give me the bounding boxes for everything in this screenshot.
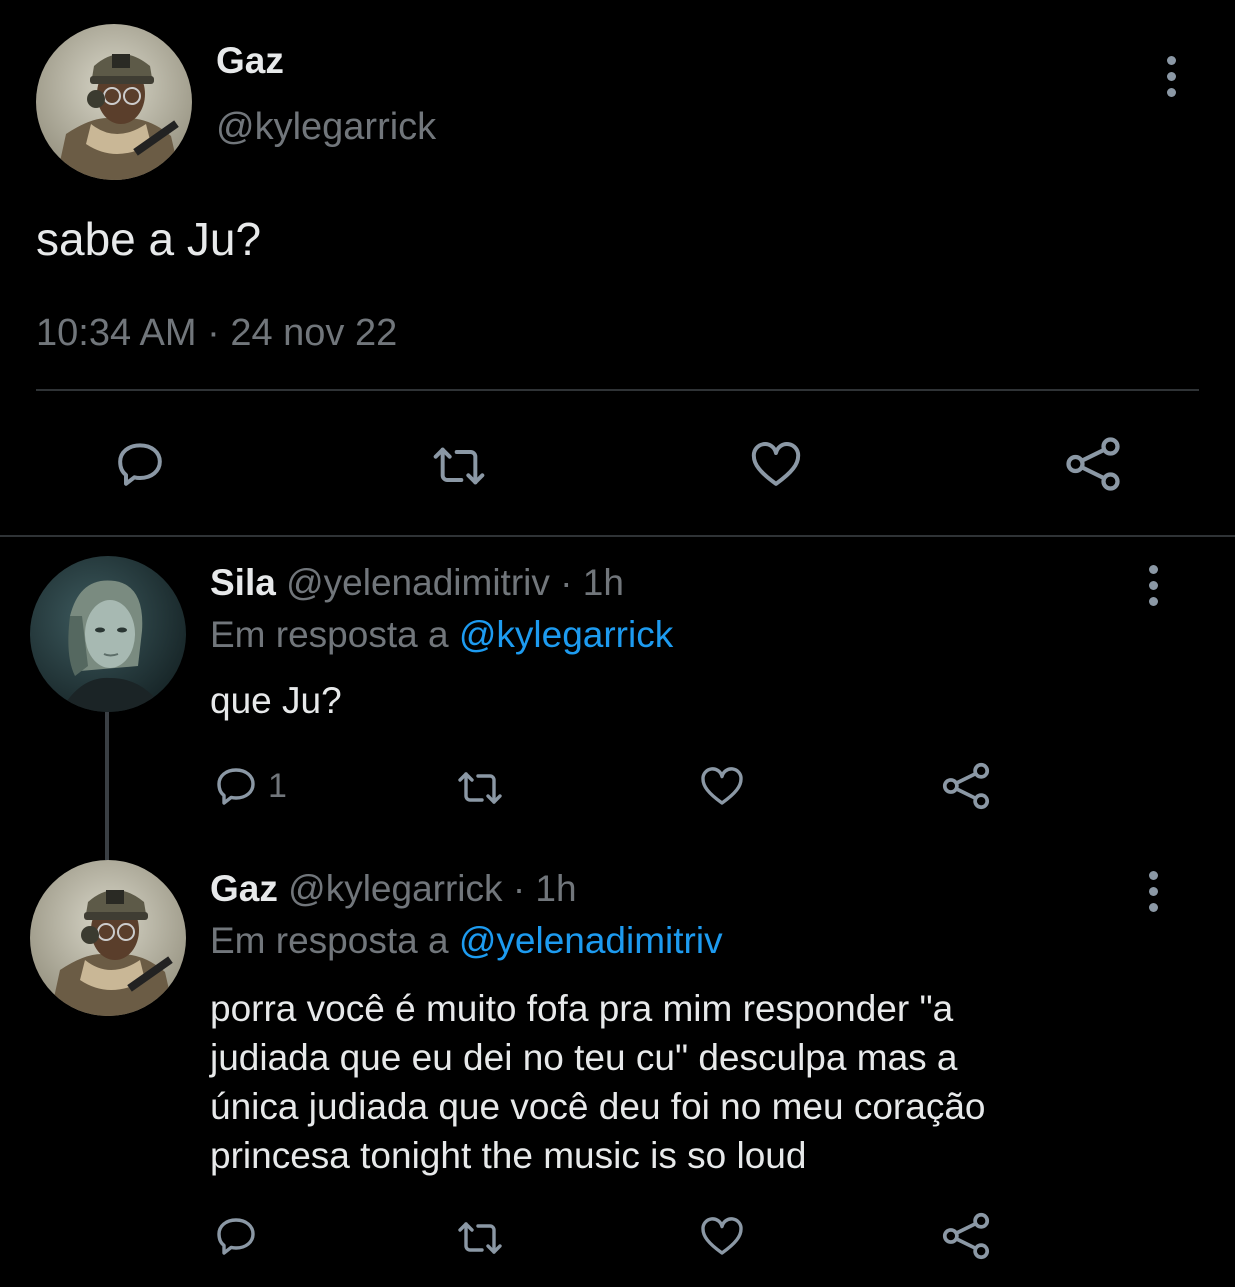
reply-icon[interactable] [212,762,260,810]
reply-time[interactable]: · 1h [560,562,624,603]
author-name[interactable]: Sila [210,562,276,603]
section-divider [0,535,1235,537]
reply-prefix: Em resposta a [210,614,449,655]
reply-context: Em resposta a @yelenadimitriv [210,920,723,962]
reply-icon[interactable] [212,1212,260,1260]
retweet-icon[interactable] [452,764,508,812]
author-handle[interactable]: @yelenadimitriv [286,562,550,603]
mention-link[interactable]: @kylegarrick [459,614,673,655]
reply-icon[interactable] [112,436,168,492]
avatar[interactable] [30,860,186,1016]
more-options-icon[interactable] [1147,871,1159,912]
reply-header: Sila @yelenadimitriv · 1h [210,562,624,604]
reply-prefix: Em resposta a [210,920,449,961]
reply-text: que Ju? [210,680,342,721]
like-icon[interactable] [697,1212,747,1260]
reply-text: porra você é muito fofa pra mim responde… [210,984,985,1180]
share-icon[interactable] [940,1210,992,1262]
author-handle[interactable]: @kylegarrick [288,868,502,909]
thread-line [105,712,109,860]
reply-text-line: judiada que eu dei no teu cu" desculpa m… [210,1037,958,1078]
more-options-icon[interactable] [1147,565,1159,606]
mention-link[interactable]: @yelenadimitriv [459,920,723,961]
reply-context: Em resposta a @kylegarrick [210,614,673,656]
reply-time[interactable]: · 1h [513,868,577,909]
share-icon[interactable] [940,760,992,812]
author-name[interactable]: Gaz [216,40,284,82]
share-icon[interactable] [1063,434,1123,494]
like-icon[interactable] [747,436,805,492]
reply-action[interactable]: 1 [212,762,287,810]
avatar[interactable] [36,24,192,180]
reply-text-line: porra você é muito fofa pra mim responde… [210,988,954,1029]
retweet-icon[interactable] [426,438,492,494]
reply-text-line: única judiada que você deu foi no meu co… [210,1086,986,1127]
soldier-avatar-icon [30,860,186,1016]
avatar[interactable] [30,556,186,712]
author-name[interactable]: Gaz [210,868,278,909]
retweet-icon[interactable] [452,1214,508,1262]
author-handle[interactable]: @kylegarrick [216,106,436,149]
like-icon[interactable] [697,762,747,810]
tweet-text: sabe a Ju? [36,213,262,265]
reply-count: 1 [268,766,287,805]
divider [36,389,1199,391]
reply-text-line: princesa tonight the music is so loud [210,1135,807,1176]
more-options-icon[interactable] [1165,56,1177,97]
tweet-timestamp[interactable]: 10:34 AM · 24 nov 22 [36,312,397,355]
soldier-avatar-icon [36,24,192,180]
reply-header: Gaz @kylegarrick · 1h [210,868,577,910]
woman-portrait-avatar-icon [30,556,186,712]
